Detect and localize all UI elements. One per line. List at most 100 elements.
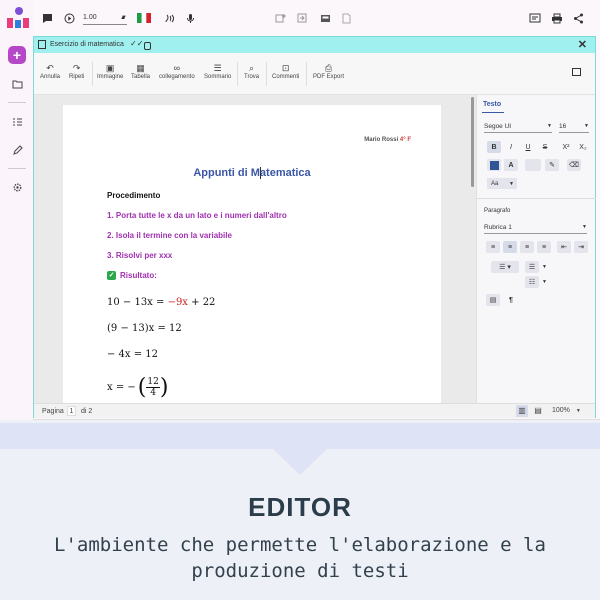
summary-button[interactable]: ☰ Sommario <box>204 63 231 80</box>
page-total: di 2 <box>81 408 93 415</box>
ribbon-divider <box>92 62 93 86</box>
font-family-select[interactable]: Segoe UI ▼ <box>484 123 552 133</box>
font-size-select[interactable]: 16 ▼ <box>559 123 589 133</box>
checklist-icon[interactable] <box>8 113 26 131</box>
comments-button[interactable]: ⊡ Commenti <box>272 63 299 80</box>
paragraph-label: Paragrafo <box>484 208 511 214</box>
subscript-button[interactable]: X₂ <box>576 141 590 153</box>
page-number-input[interactable]: 1 <box>67 406 76 416</box>
paragraph-style-value: Rubrica 1 <box>484 224 512 231</box>
align-left-button[interactable]: ≡ <box>486 241 500 253</box>
document-title: Appunti di Matematica <box>193 167 311 179</box>
strikethrough-button[interactable]: S <box>538 141 552 153</box>
pilcrow-button[interactable]: ¶ <box>504 294 518 306</box>
align-center-button[interactable]: ≡ <box>503 241 517 253</box>
align-right-button[interactable]: ≡ <box>520 241 534 253</box>
close-icon[interactable]: ✕ <box>578 38 587 51</box>
editor-window: Esercizio di matematica ✓✓ ✕ ↶ Annulla ↷ R… <box>33 36 596 418</box>
highlighter-icon[interactable]: ✎ <box>545 159 559 171</box>
voice-icon[interactable] <box>164 11 175 25</box>
underline-button[interactable]: U <box>521 141 535 153</box>
speed-value: 1.00 <box>83 14 97 21</box>
numbered-list-button[interactable]: ☷ <box>525 276 539 288</box>
print-icon[interactable] <box>551 11 563 25</box>
undo-button[interactable]: ↶ Annulla <box>40 63 60 80</box>
font-size-value: 16 <box>559 123 567 130</box>
scan-icon[interactable] <box>320 11 331 25</box>
tab-underline <box>482 112 504 113</box>
italian-flag-icon[interactable] <box>137 11 151 25</box>
new-document-button[interactable]: + <box>8 46 26 64</box>
share-icon[interactable] <box>573 11 584 25</box>
comment-icon[interactable] <box>42 11 53 25</box>
caption-subtitle: L'ambiente che permette l'elaborazione e… <box>54 534 546 582</box>
document-page[interactable]: Mario Rossi 4° F Appunti di Matematica P… <box>63 105 441 403</box>
saved-check-icon: ✓✓ <box>130 39 144 48</box>
paren-close: ) <box>159 375 169 400</box>
app-logo-icon <box>7 7 29 28</box>
play-icon[interactable] <box>64 11 75 25</box>
redo-icon: ↷ <box>72 63 81 73</box>
case-select[interactable]: Aa ▼ <box>487 178 517 189</box>
speed-up-icon[interactable]: ▲ <box>120 11 126 25</box>
microphone-icon[interactable] <box>186 11 195 25</box>
indent-decrease-button[interactable]: ⇤ <box>557 241 571 253</box>
fraction: 12 4 <box>146 377 160 398</box>
pointer-arrow <box>273 449 327 475</box>
edit-icon[interactable] <box>8 141 26 159</box>
vertical-scrollbar[interactable] <box>471 97 474 187</box>
table-button[interactable]: ▦ Tabella <box>131 63 150 80</box>
eraser-icon[interactable]: ⌫ <box>567 159 581 171</box>
font-color-button[interactable]: A <box>504 159 518 171</box>
window-title: Esercizio di matematica <box>50 41 124 48</box>
italic-button[interactable]: I <box>504 141 518 153</box>
bulleted-list-dropdown[interactable]: ▼ <box>540 261 549 273</box>
print-view-icon[interactable]: ▤ <box>532 405 544 417</box>
result-line: ✓ Risultato: <box>107 271 157 280</box>
image-button[interactable]: ▣ Immagine <box>97 63 123 80</box>
left-sidebar: + <box>0 0 33 420</box>
color-swatch-button[interactable] <box>487 159 501 171</box>
status-bar: Pagina 1 di 2 ▥ ▤ 100% ▼ <box>34 403 595 418</box>
panel-toggle-icon[interactable] <box>572 68 581 76</box>
chevron-down-icon: ▼ <box>575 408 581 414</box>
line-spacing-button[interactable]: ☰ ▾ <box>491 261 519 273</box>
insert-icon[interactable] <box>275 11 286 25</box>
author-line: Mario Rossi 4° F <box>364 137 411 143</box>
image-icon: ▣ <box>105 63 115 73</box>
bulleted-list-button[interactable]: ☰ <box>525 261 539 273</box>
sidebar-divider <box>8 168 26 169</box>
card-icon[interactable] <box>529 11 541 25</box>
pdf-export-button[interactable]: ⎙ PDF Export <box>313 63 344 80</box>
zoom-select[interactable]: 100% ▼ <box>552 407 581 414</box>
convert-icon[interactable] <box>297 11 308 25</box>
summary-icon: ☰ <box>213 63 222 73</box>
paragraph-style-select[interactable]: Rubrica 1 ▼ <box>484 224 587 234</box>
bold-button[interactable]: B <box>487 141 501 153</box>
numbered-list-dropdown[interactable]: ▼ <box>540 276 549 288</box>
tab-testo[interactable]: Testo <box>483 101 501 108</box>
section-heading: Procedimento <box>107 191 161 200</box>
link-button[interactable]: ∞ collegamento <box>159 63 195 80</box>
page-icon[interactable]: ▤ <box>486 294 500 306</box>
find-button[interactable]: ⌕ Trova <box>244 63 259 80</box>
justify-button[interactable]: ≡ <box>537 241 551 253</box>
folder-icon[interactable] <box>8 75 26 93</box>
author-name: Mario Rossi <box>364 137 399 143</box>
ribbon-divider <box>266 62 267 86</box>
redo-button[interactable]: ↷ Ripeti <box>69 63 84 80</box>
highlight-swatch[interactable] <box>525 159 541 171</box>
indent-increase-button[interactable]: ⇥ <box>574 241 588 253</box>
settings-gear-icon[interactable] <box>8 178 26 196</box>
superscript-button[interactable]: X² <box>559 141 573 153</box>
zoom-value: 100% <box>552 407 570 414</box>
chevron-down-icon: ▼ <box>547 123 552 129</box>
document-icon <box>38 40 46 49</box>
top-toolbar: 1.00 ▼ ▲ <box>33 0 600 36</box>
layout-view-icon[interactable]: ▥ <box>516 405 528 417</box>
step-item: 3. Risolvi per xxx <box>107 251 173 260</box>
equation-4: x = − ( 12 4 ) <box>107 375 168 400</box>
document-icon[interactable] <box>342 11 351 25</box>
lock-icon[interactable] <box>144 42 151 50</box>
undo-icon: ↶ <box>46 63 54 73</box>
